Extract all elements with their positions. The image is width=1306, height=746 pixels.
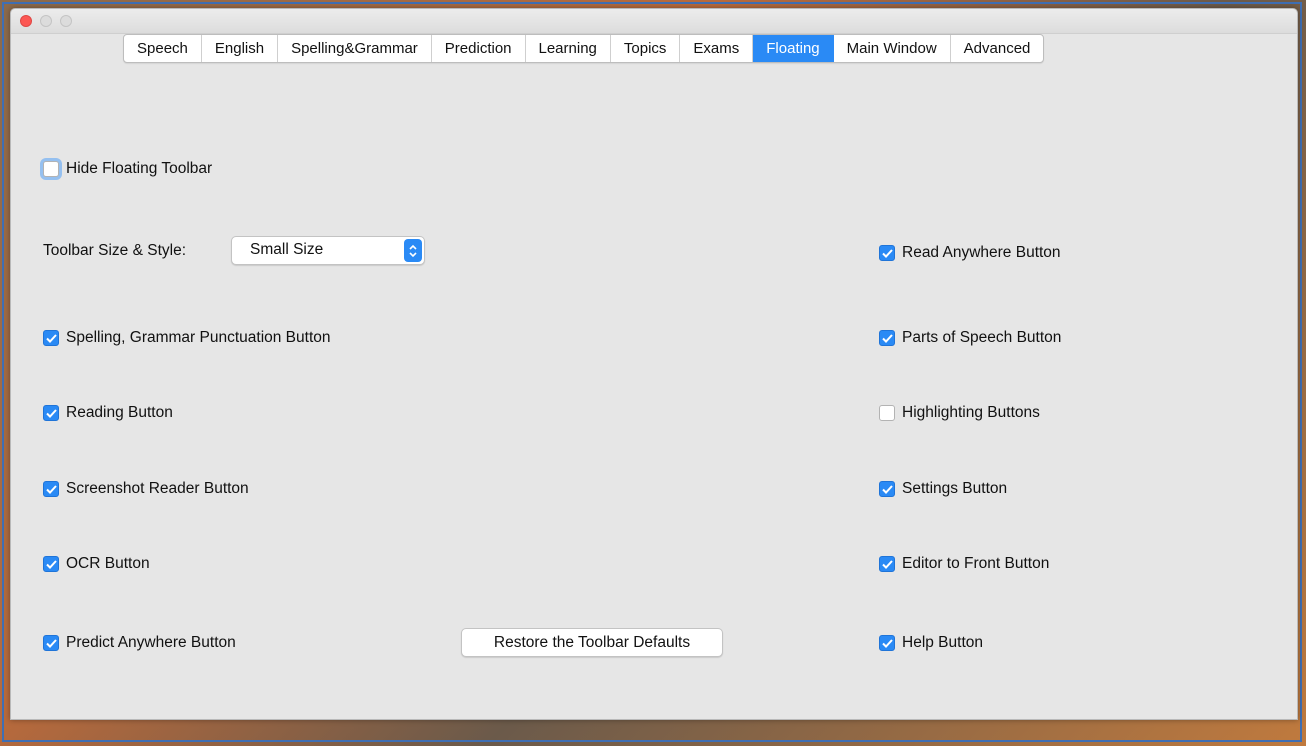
title-bar[interactable] <box>11 9 1297 34</box>
predict-anywhere-button-option[interactable]: Predict Anywhere Button <box>43 633 236 653</box>
read-anywhere-button-checkbox[interactable] <box>879 245 895 261</box>
tab-learning[interactable]: Learning <box>526 35 611 62</box>
tab-advanced[interactable]: Advanced <box>951 35 1044 62</box>
tab-english[interactable]: English <box>202 35 279 62</box>
zoom-window-button[interactable] <box>60 15 72 27</box>
tab-prediction[interactable]: Prediction <box>432 35 526 62</box>
editor-to-front-button-checkbox[interactable] <box>879 556 895 572</box>
reading-button-option[interactable]: Reading Button <box>43 403 173 423</box>
settings-button-option[interactable]: Settings Button <box>879 479 1007 499</box>
predict-anywhere-button-label: Predict Anywhere Button <box>66 634 236 651</box>
tab-floating[interactable]: Floating <box>753 35 834 62</box>
toolbar-size-select[interactable]: Small Size <box>231 236 425 265</box>
tab-topics[interactable]: Topics <box>611 35 681 62</box>
minimize-window-button[interactable] <box>40 15 52 27</box>
tab-spelling-grammar[interactable]: Spelling&Grammar <box>278 35 432 62</box>
hide-floating-toolbar-option[interactable]: Hide Floating Toolbar <box>43 159 212 179</box>
editor-to-front-button-option[interactable]: Editor to Front Button <box>879 554 1049 574</box>
reading-button-checkbox[interactable] <box>43 405 59 421</box>
hide-floating-toolbar-checkbox[interactable] <box>43 161 59 177</box>
restore-toolbar-defaults-button[interactable]: Restore the Toolbar Defaults <box>461 628 723 657</box>
help-button-option[interactable]: Help Button <box>879 633 983 653</box>
highlighting-buttons-option[interactable]: Highlighting Buttons <box>879 403 1040 423</box>
tab-exams[interactable]: Exams <box>680 35 754 62</box>
spelling-grammar-button-checkbox[interactable] <box>43 330 59 346</box>
updown-arrows-icon <box>404 239 422 262</box>
predict-anywhere-button-checkbox[interactable] <box>43 635 59 651</box>
settings-button-checkbox[interactable] <box>879 481 895 497</box>
tab-speech[interactable]: Speech <box>124 35 202 62</box>
reading-button-label: Reading Button <box>66 404 173 421</box>
highlighting-buttons-checkbox[interactable] <box>879 405 895 421</box>
close-window-button[interactable] <box>20 15 32 27</box>
screenshot-reader-button-label: Screenshot Reader Button <box>66 480 249 497</box>
help-button-label: Help Button <box>902 634 983 651</box>
preferences-window: Speech English Spelling&Grammar Predicti… <box>10 8 1298 720</box>
toolbar-size-label: Toolbar Size & Style: <box>43 242 187 259</box>
spelling-grammar-button-option[interactable]: Spelling, Grammar Punctuation Button <box>43 328 331 348</box>
parts-of-speech-button-label: Parts of Speech Button <box>902 329 1062 346</box>
toolbar-size-value: Small Size <box>250 241 324 258</box>
highlighting-buttons-label: Highlighting Buttons <box>902 404 1040 421</box>
read-anywhere-button-label: Read Anywhere Button <box>902 244 1061 261</box>
screenshot-reader-button-checkbox[interactable] <box>43 481 59 497</box>
parts-of-speech-button-option[interactable]: Parts of Speech Button <box>879 328 1061 348</box>
hide-floating-toolbar-label: Hide Floating Toolbar <box>66 160 213 177</box>
preferences-tab-bar: Speech English Spelling&Grammar Predicti… <box>123 34 1045 63</box>
tab-main-window[interactable]: Main Window <box>834 35 951 62</box>
screenshot-reader-button-option[interactable]: Screenshot Reader Button <box>43 479 249 499</box>
parts-of-speech-button-checkbox[interactable] <box>879 330 895 346</box>
ocr-button-option[interactable]: OCR Button <box>43 554 150 574</box>
ocr-button-checkbox[interactable] <box>43 556 59 572</box>
ocr-button-label: OCR Button <box>66 555 150 572</box>
editor-to-front-button-label: Editor to Front Button <box>902 555 1050 572</box>
help-button-checkbox[interactable] <box>879 635 895 651</box>
spelling-grammar-button-label: Spelling, Grammar Punctuation Button <box>66 329 331 346</box>
read-anywhere-button-option[interactable]: Read Anywhere Button <box>879 243 1061 263</box>
settings-button-label: Settings Button <box>902 480 1008 497</box>
